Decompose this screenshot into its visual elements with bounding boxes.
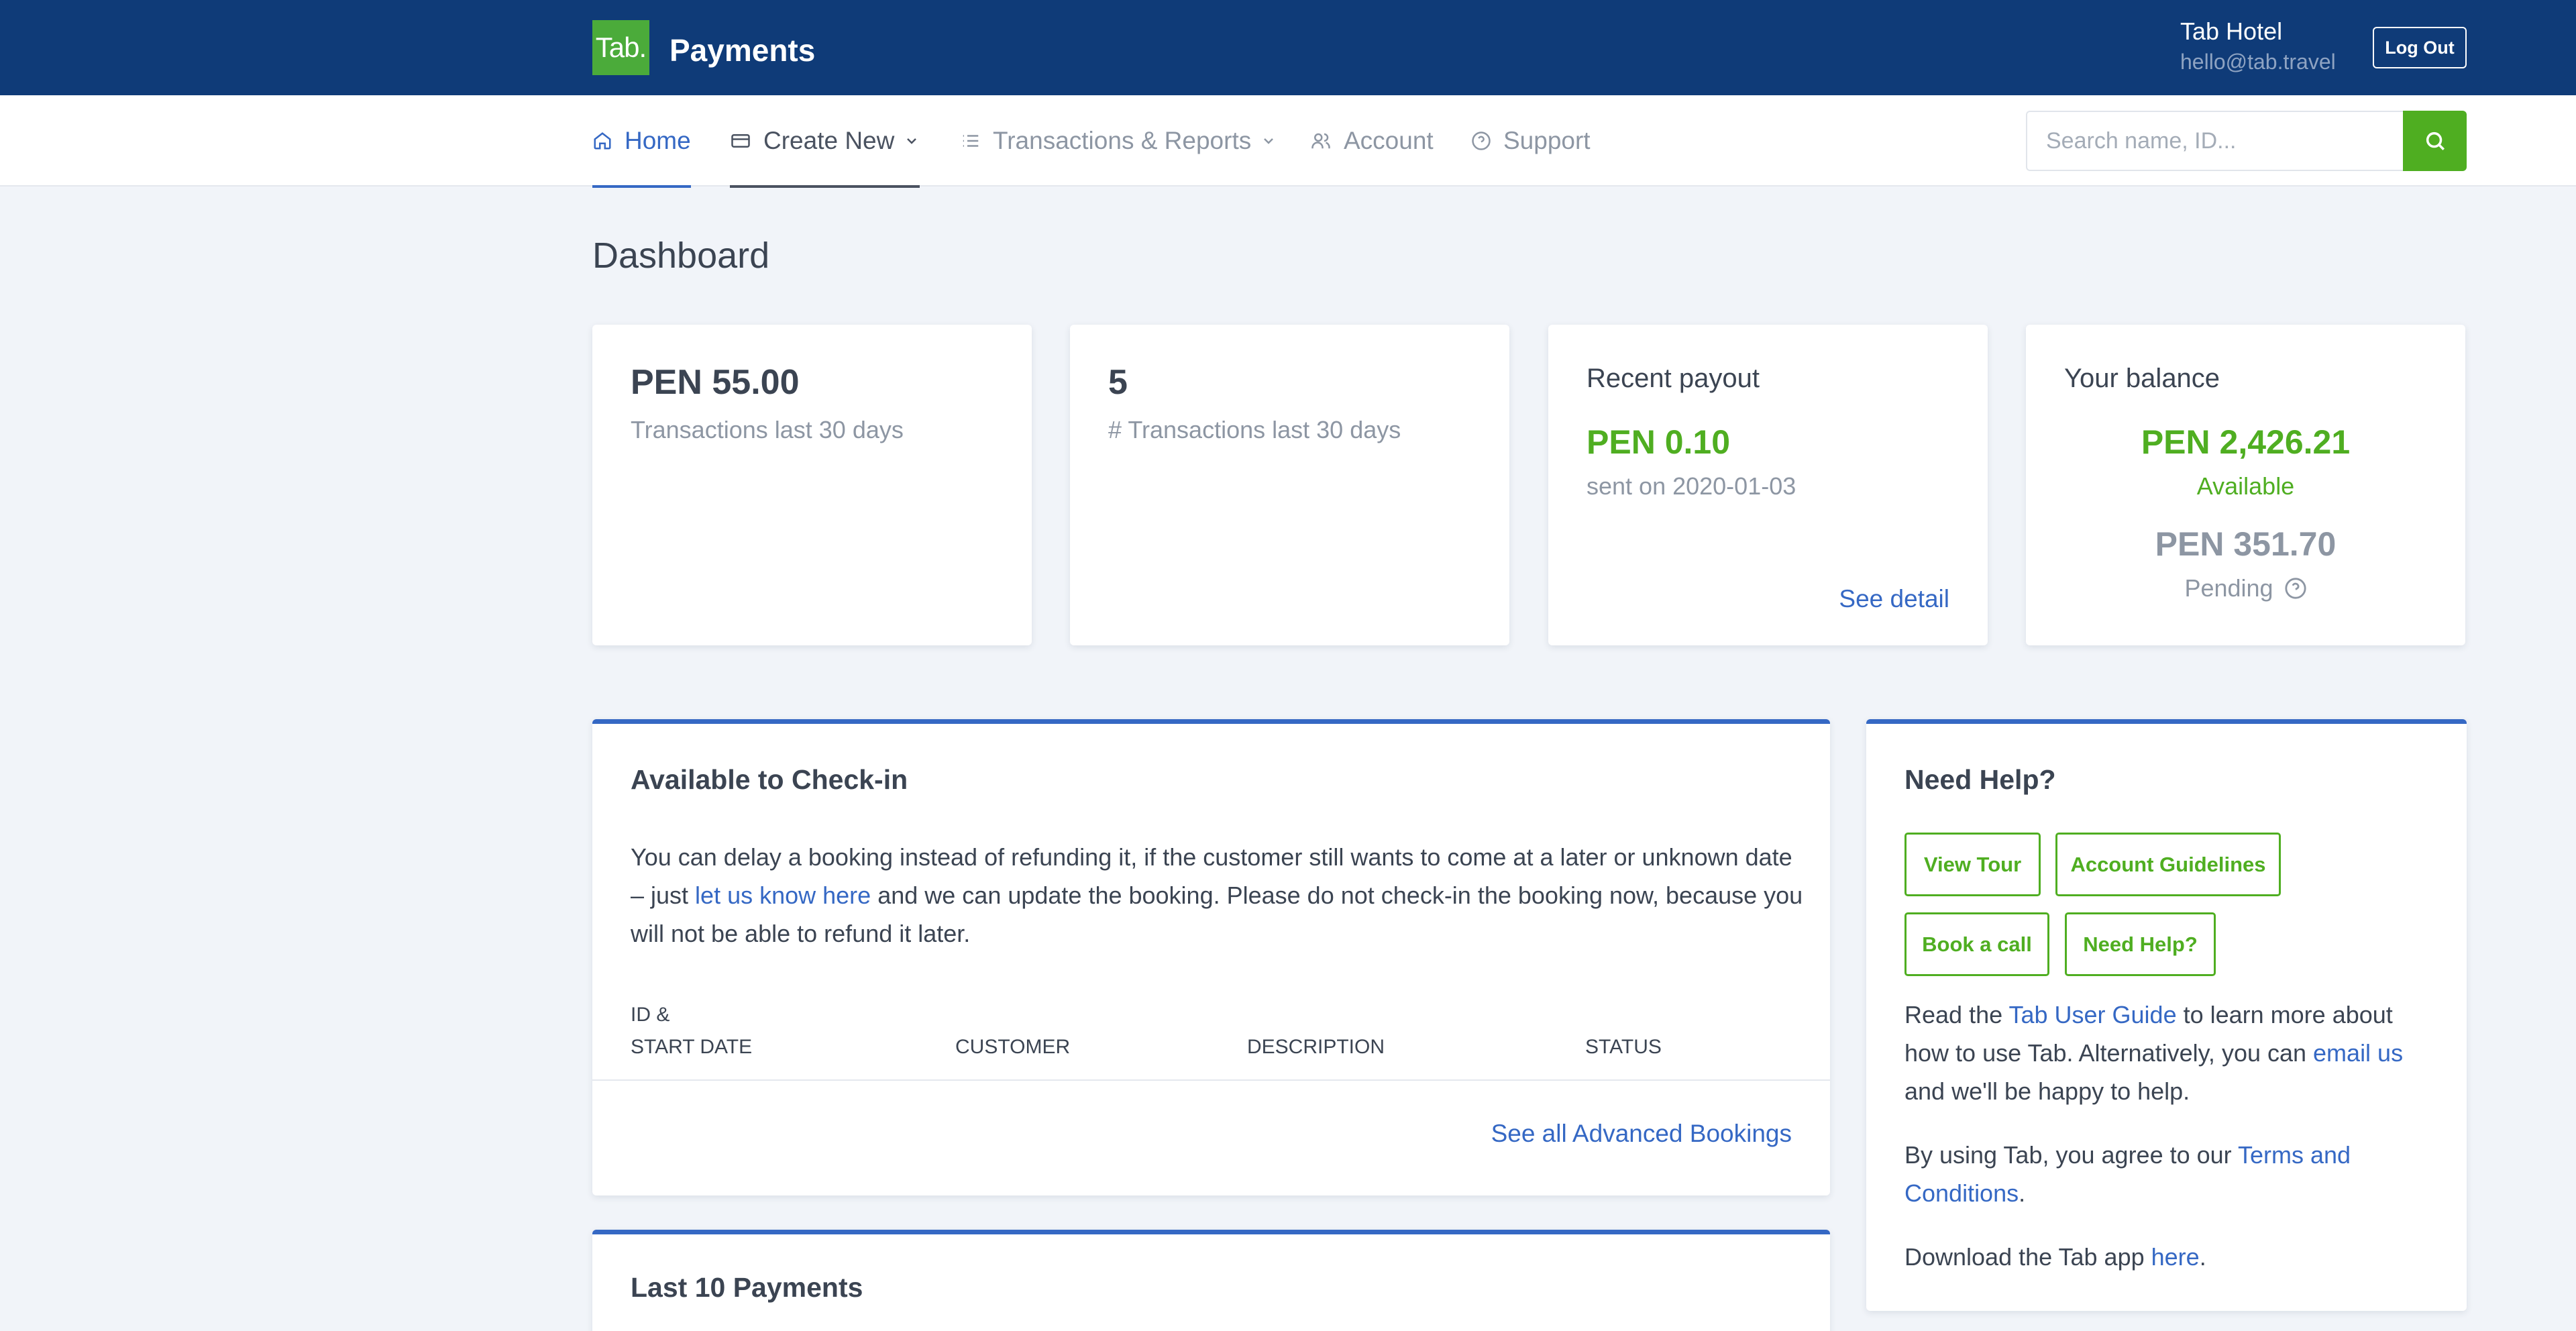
nav-item-home[interactable]: Home [592,95,691,188]
terms-text-after: . [2019,1179,2026,1207]
payout-heading: Recent payout [1587,364,1760,393]
column-header-status[interactable]: STATUS [1585,1031,1662,1063]
guide-text-before: Read the [1904,1001,2009,1028]
home-icon [594,132,611,150]
app-text-before: Download the Tab app [1904,1243,2151,1271]
app-text-after: . [2199,1243,2206,1271]
checkin-description: You can delay a booking instead of refun… [631,838,1811,953]
balance-available-label: Available [2196,472,2295,500]
transactions-count-card: 5 # Transactions last 30 days [1070,325,1509,645]
transactions-amount-card: PEN 55.00 Transactions last 30 days [592,325,1032,645]
app-title: Payments [669,33,816,68]
recent-payout-card: Recent payout PEN 0.10 sent on 2020-01-0… [1548,325,1988,645]
transactions-amount-label: Transactions last 30 days [631,416,904,443]
tab-logo[interactable]: Tab. [592,20,649,75]
transactions-amount-value: PEN 55.00 [631,363,800,402]
nav-item-create-new[interactable]: Create New [730,95,920,188]
chevron-down-icon [907,138,917,144]
help-panel: Need Help? View Tour Account Guidelines … [1866,719,2467,1311]
need-help-button[interactable]: Need Help? [2065,912,2216,976]
balance-pending-value: PEN 351.70 [2155,525,2337,563]
view-tour-button[interactable]: View Tour [1904,833,2041,896]
nav-item-account[interactable]: Account [1310,95,1434,187]
let-us-know-link[interactable]: let us know here [695,882,871,909]
user-guide-paragraph: Read the Tab User Guide to learn more ab… [1904,996,2434,1110]
nav-label-home: Home [625,127,691,154]
column-header-id[interactable]: ID & START DATE [631,999,752,1063]
chevron-down-icon [1264,138,1274,144]
users-icon [1311,133,1330,149]
guide-text-after: and we'll be happy to help. [1904,1077,2190,1105]
payout-date: sent on 2020-01-03 [1587,472,1796,500]
checkin-title: Available to Check-in [631,764,908,795]
help-circle-icon [1472,131,1491,150]
column-header-id-line1: ID & [631,1004,670,1026]
list-icon [963,135,979,147]
logout-button[interactable]: Log Out [2373,27,2467,68]
terms-text-before: By using Tab, you agree to our [1904,1141,2239,1169]
email-us-link[interactable]: email us [2313,1039,2403,1067]
transactions-count-label: # Transactions last 30 days [1108,416,1401,443]
balance-pending-row: Pending [2026,574,2465,602]
checkin-panel: Available to Check-in You can delay a bo… [592,719,1830,1195]
payout-amount: PEN 0.10 [1587,423,1731,461]
terms-paragraph: By using Tab, you agree to our Terms and… [1904,1136,2434,1212]
nav-label-account: Account [1344,127,1434,154]
balance-pending-label: Pending [2184,574,2273,602]
user-guide-link[interactable]: Tab User Guide [2008,1001,2176,1028]
column-header-description[interactable]: DESCRIPTION [1247,1031,1385,1063]
app-download-paragraph: Download the Tab app here. [1904,1238,2434,1276]
balance-heading: Your balance [2064,364,2220,393]
transactions-count-value: 5 [1108,363,1128,402]
page-title: Dashboard [592,235,770,276]
top-header: Tab. Payments Tab Hotel hello@tab.travel… [0,0,2576,95]
search-icon [2426,131,2445,151]
balance-available-value: PEN 2,426.21 [2141,423,2351,461]
last-payments-title: Last 10 Payments [631,1272,863,1303]
nav-item-support[interactable]: Support [1471,95,1591,187]
search-button[interactable] [2403,111,2467,171]
card-icon [731,134,750,148]
see-detail-link[interactable]: See detail [1839,585,1949,613]
nav-item-transactions-reports[interactable]: Transactions & Reports [961,95,1277,187]
table-divider [592,1079,1830,1081]
user-email: hello@tab.travel [2180,50,2336,74]
nav-label-create-new: Create New [763,127,895,154]
nav-label-support: Support [1503,127,1591,154]
account-guidelines-button[interactable]: Account Guidelines [2055,833,2281,896]
balance-card: Your balance PEN 2,426.21 Available PEN … [2026,325,2465,645]
see-all-advanced-bookings-link[interactable]: See all Advanced Bookings [1491,1120,1792,1148]
column-header-id-line2: START DATE [631,1036,753,1058]
app-download-link[interactable]: here [2151,1243,2200,1271]
book-a-call-button[interactable]: Book a call [1904,912,2049,976]
column-header-customer[interactable]: CUSTOMER [955,1031,1070,1063]
help-circle-icon[interactable] [2284,577,2307,600]
search-input[interactable] [2026,111,2403,171]
nav-label-transactions-reports: Transactions & Reports [993,127,1252,154]
help-title: Need Help? [1904,764,2056,795]
logo-text: Tab. [595,32,647,63]
last-payments-panel: Last 10 Payments [592,1230,1830,1331]
user-name: Tab Hotel [2180,17,2283,45]
